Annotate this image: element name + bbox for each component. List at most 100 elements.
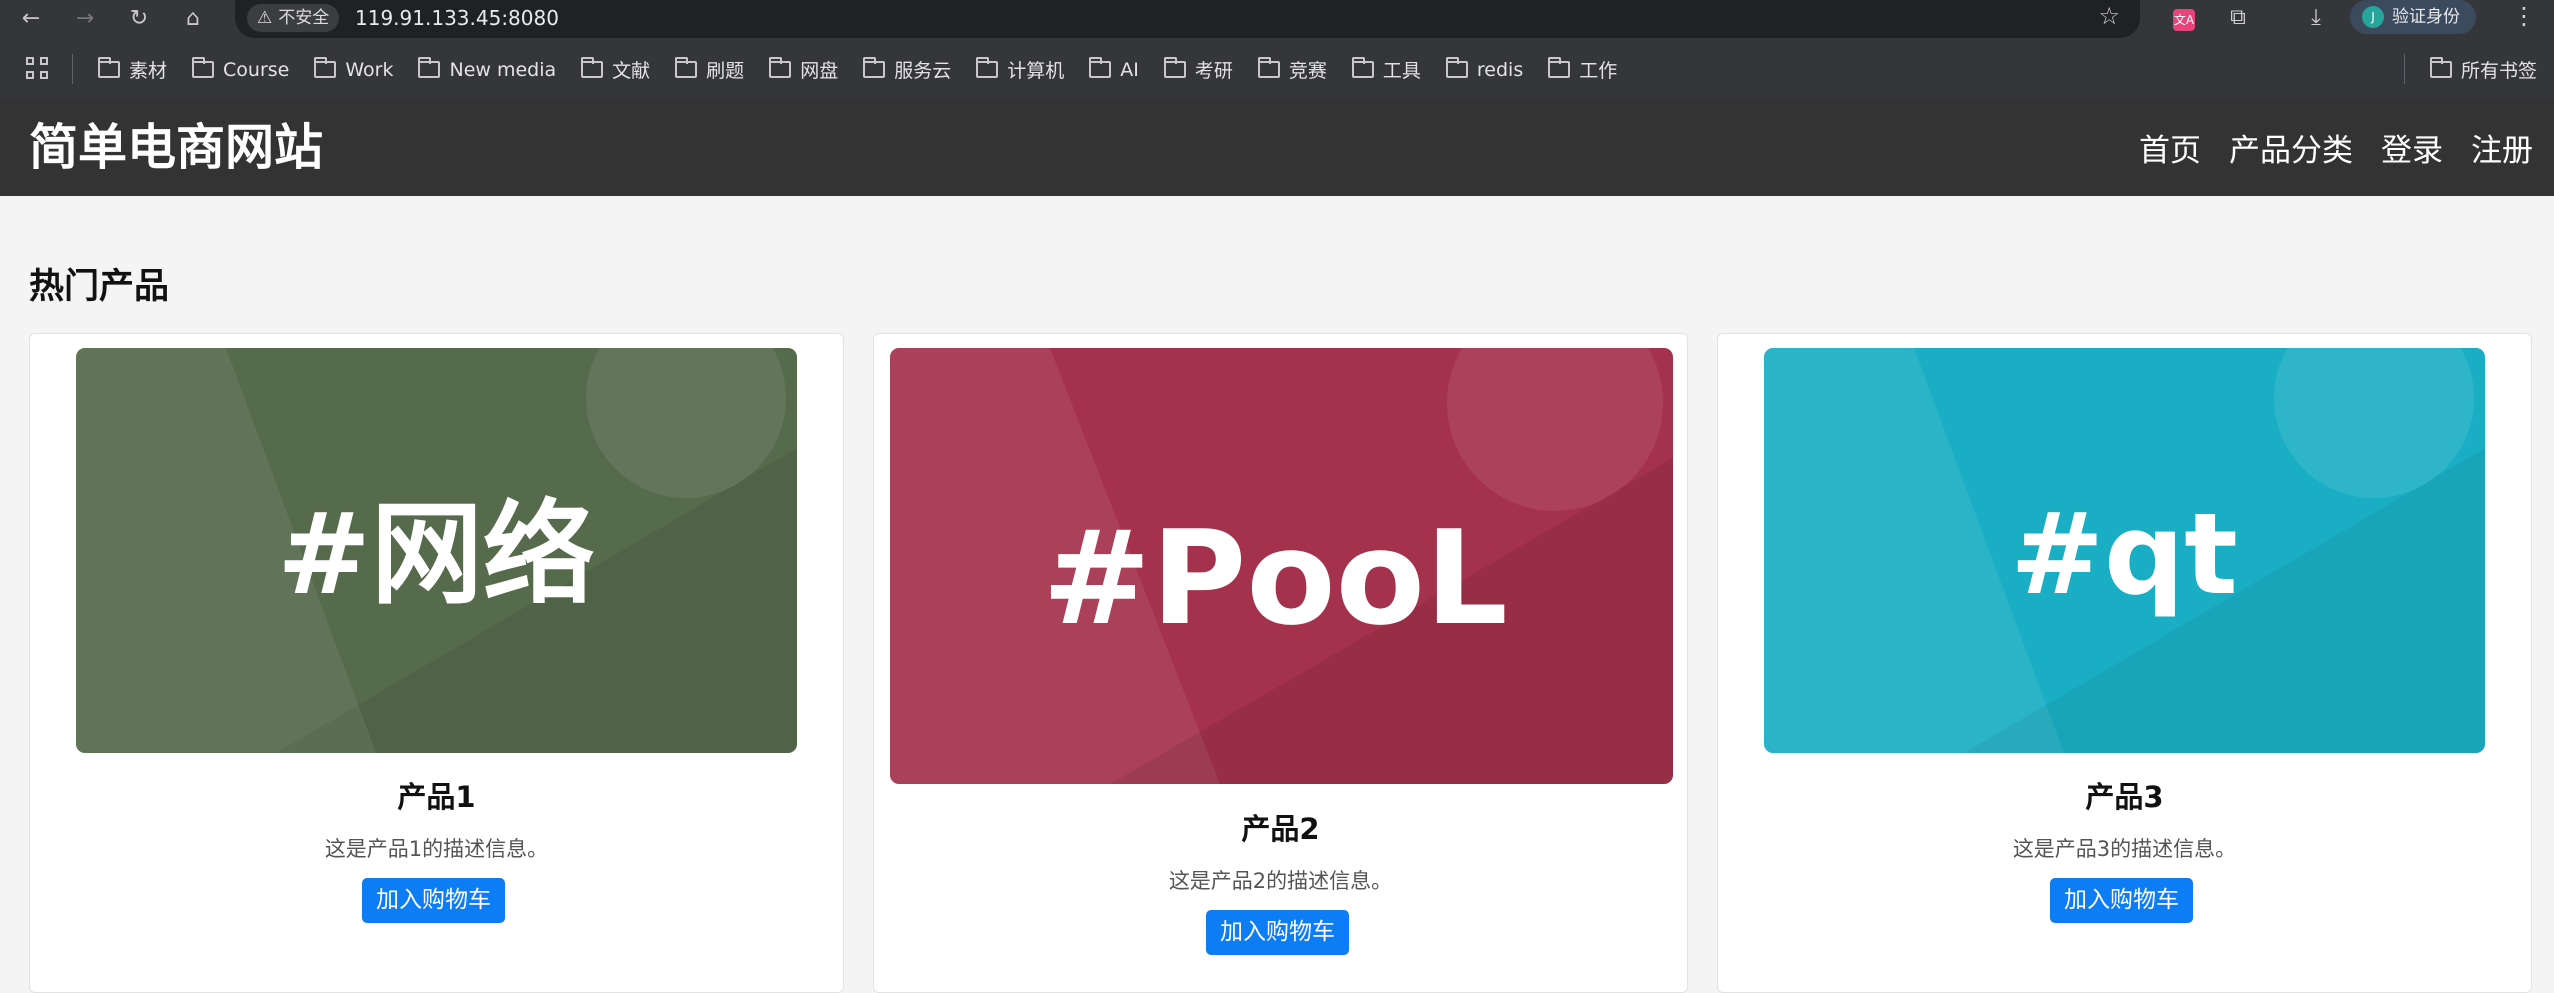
security-indicator[interactable]: ⚠ 不安全 — [247, 4, 340, 32]
bookmark-item[interactable]: 刷题 — [675, 56, 744, 83]
bookmark-label: 服务云 — [894, 60, 952, 82]
product-name: 产品3 — [2085, 780, 2164, 814]
product-image-text: #qt — [2010, 490, 2238, 620]
folder-icon — [863, 57, 886, 78]
nav-categories-link[interactable]: 产品分类 — [2229, 125, 2353, 170]
folder-icon — [192, 57, 215, 78]
add-to-cart-button[interactable]: 加入购物车 — [1206, 910, 1349, 955]
url-text[interactable]: 119.91.133.45:8080 — [355, 3, 559, 33]
browser-menu-icon[interactable]: ⋮ — [2512, 2, 2536, 30]
product-description: 这是产品1的描述信息。 — [324, 837, 549, 861]
product-card: #网络 产品1 这是产品1的描述信息。 加入购物车 — [29, 333, 844, 993]
bookmark-item[interactable]: 工具 — [1351, 56, 1421, 83]
bookmarks-bar: 素材 Course Work New media 文献 刷题 网盘 服务云 计算机 AI 考研 竞赛 工… — [0, 40, 2554, 99]
bookmark-item[interactable]: 计算机 — [976, 56, 1064, 83]
bookmark-label: 考研 — [1194, 60, 1233, 82]
address-bar[interactable]: ⚠ 不安全 119.91.133.45:8080 ☆ — [235, 0, 2140, 38]
product-image-text: #网络 — [277, 490, 595, 620]
folder-icon — [314, 57, 337, 78]
product-image-graphic: #PooL — [890, 348, 1673, 784]
nav-home-link[interactable]: 首页 — [2139, 125, 2201, 170]
folder-icon — [581, 57, 604, 78]
bookmark-label: redis — [1476, 58, 1524, 81]
verify-label: 验证身份 — [2392, 7, 2460, 27]
product-card: #PooL 产品2 这是产品2的描述信息。 加入购物车 — [873, 333, 1688, 993]
divider — [2404, 54, 2405, 84]
folder-icon — [1351, 57, 1374, 78]
product-description: 这是产品2的描述信息。 — [1168, 869, 1393, 893]
site-header: 简单电商网站 首页 产品分类 登录 注册 — [0, 99, 2554, 196]
product-image[interactable]: #qt — [1764, 348, 2485, 753]
product-name: 产品1 — [397, 780, 476, 814]
download-icon[interactable]: ⤓ — [2300, 2, 2332, 34]
nav-register-link[interactable]: 注册 — [2471, 125, 2533, 170]
folder-icon — [1257, 57, 1280, 78]
section-title: 热门产品 — [29, 267, 170, 307]
site-title: 简单电商网站 — [29, 119, 324, 176]
folder-icon — [976, 57, 999, 78]
bookmark-item[interactable]: 考研 — [1163, 56, 1233, 83]
bookmark-item[interactable]: 服务云 — [863, 56, 951, 83]
bookmark-label: Work — [345, 58, 394, 81]
nav-login-link[interactable]: 登录 — [2381, 125, 2443, 170]
all-bookmarks-label: 所有书签 — [2461, 60, 2538, 82]
folder-icon — [1089, 57, 1112, 78]
folder-icon — [2430, 57, 2452, 78]
product-name: 产品2 — [1241, 812, 1320, 846]
translate-extension-icon[interactable]: 文A — [2168, 2, 2200, 34]
verify-identity-button[interactable]: J 验证身份 — [2350, 0, 2476, 34]
bookmark-label: Course — [223, 58, 290, 81]
product-card: #qt 产品3 这是产品3的描述信息。 加入购物车 — [1717, 333, 2532, 993]
extensions-puzzle-icon[interactable]: ⧉ — [2222, 2, 2254, 34]
bookmark-item[interactable]: 工作 — [1548, 56, 1617, 83]
bookmark-label: AI — [1120, 58, 1139, 81]
bookmark-item[interactable]: Work — [314, 57, 394, 81]
bookmark-label: 文献 — [612, 60, 651, 82]
folder-icon — [418, 57, 441, 78]
folder-icon — [675, 57, 698, 78]
home-icon[interactable]: ⌂ — [178, 4, 208, 34]
bookmark-label: 工具 — [1382, 60, 1421, 82]
product-image-graphic: #网络 — [76, 348, 797, 753]
bookmark-item[interactable]: redis — [1445, 57, 1524, 81]
product-image[interactable]: #网络 — [76, 348, 797, 753]
reload-icon[interactable]: ↻ — [124, 4, 154, 34]
bookmark-label: 刷题 — [706, 60, 745, 82]
bookmark-label: 计算机 — [1007, 60, 1065, 82]
product-description: 这是产品3的描述信息。 — [2012, 837, 2237, 861]
avatar: J — [2362, 6, 2384, 28]
bookmark-item[interactable]: 网盘 — [769, 56, 838, 83]
bookmark-label: 素材 — [129, 60, 168, 82]
bookmark-item[interactable]: AI — [1089, 57, 1139, 81]
apps-grid-icon[interactable] — [26, 57, 50, 81]
folder-icon — [98, 57, 120, 78]
folder-icon — [1548, 57, 1571, 78]
bookmark-list: 素材 Course Work New media 文献 刷题 网盘 服务云 计算机 AI 考研 竞赛 工… — [98, 40, 1642, 99]
bookmark-label: 网盘 — [800, 60, 839, 82]
browser-toolbar: ← → ↻ ⌂ ⚠ 不安全 119.91.133.45:8080 ☆ 文A ⧉ … — [0, 0, 2554, 40]
product-image-text: #PooL — [1042, 502, 1508, 654]
bookmark-item[interactable]: Course — [192, 57, 290, 81]
bookmark-item[interactable]: 素材 — [98, 56, 167, 83]
add-to-cart-button[interactable]: 加入购物车 — [362, 878, 505, 923]
forward-arrow-icon[interactable]: → — [70, 4, 100, 34]
product-image-graphic: #qt — [1764, 348, 2485, 753]
folder-icon — [769, 57, 792, 78]
bookmark-label: New media — [449, 58, 557, 81]
divider — [72, 54, 73, 84]
bookmark-star-icon[interactable]: ☆ — [2098, 2, 2120, 30]
bookmark-label: 竞赛 — [1288, 60, 1327, 82]
add-to-cart-button[interactable]: 加入购物车 — [2050, 878, 2193, 923]
all-bookmarks-button[interactable]: 所有书签 — [2430, 40, 2537, 99]
product-image[interactable]: #PooL — [890, 348, 1673, 784]
folder-icon — [1163, 57, 1186, 78]
warning-icon: ⚠ — [257, 8, 273, 28]
bookmark-item[interactable]: New media — [418, 57, 557, 81]
security-label: 不安全 — [278, 8, 330, 28]
bookmark-label: 工作 — [1579, 60, 1618, 82]
bookmark-item[interactable]: 竞赛 — [1257, 56, 1327, 83]
back-arrow-icon[interactable]: ← — [16, 4, 46, 34]
bookmark-item[interactable]: 文献 — [581, 56, 650, 83]
site-nav: 首页 产品分类 登录 注册 — [2139, 99, 2533, 196]
folder-icon — [1445, 57, 1468, 78]
